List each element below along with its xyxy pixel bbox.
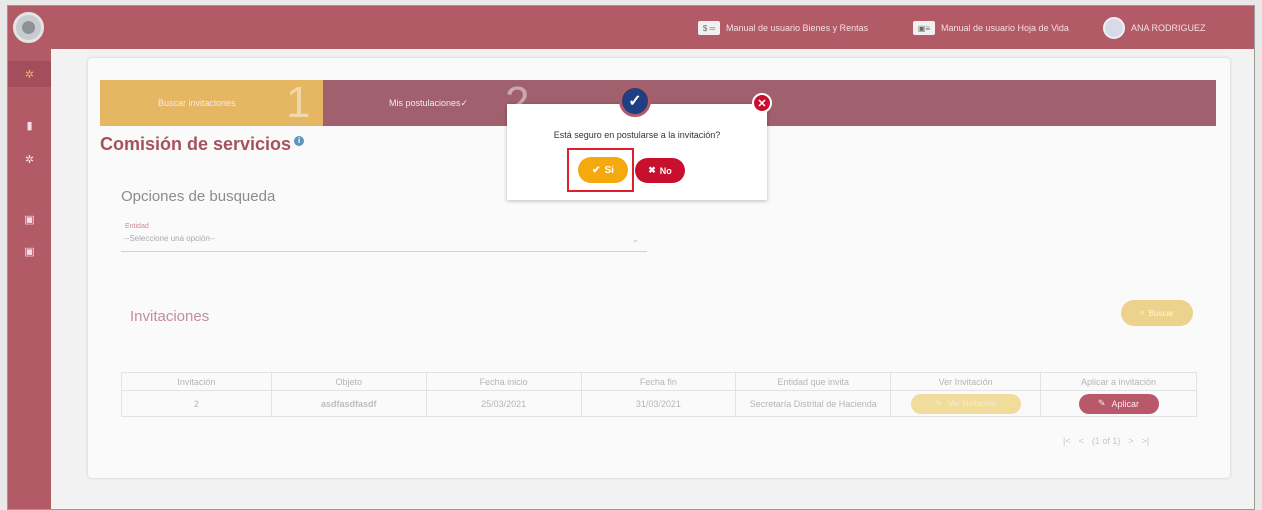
sidebar: ✲ ▮ ✲ ▣ ▣ xyxy=(8,49,51,509)
invitations-table: Invitación Objeto Fecha inicio Fecha fin… xyxy=(121,372,1197,417)
pager-status: (1 of 1) xyxy=(1091,436,1121,446)
chevron-down-icon: ⌄ xyxy=(631,234,639,244)
search-options-title: Opciones de busqueda xyxy=(121,188,276,205)
col-objeto[interactable]: Objeto xyxy=(270,372,427,391)
col-fecha-inicio[interactable]: Fecha inicio xyxy=(425,372,582,391)
avatar xyxy=(1103,17,1125,39)
sidebar-item-config[interactable]: ✲ xyxy=(8,149,51,169)
col-invitacion[interactable]: Invitación xyxy=(121,372,272,391)
view-invitation-label: Ver invitación xyxy=(948,399,996,408)
entity-label: Entidad xyxy=(125,223,149,230)
check-icon: ✓ xyxy=(619,85,651,117)
step1-label: Buscar invitaciones xyxy=(158,98,236,108)
money-icon: $ ═ xyxy=(698,21,720,35)
id-card-icon: ▣≡ xyxy=(913,21,935,35)
search-icon: ⌕ xyxy=(1140,308,1145,317)
apply-label: Aplicar xyxy=(1111,398,1140,409)
app-window: $ ═ Manual de usuario Bienes y Rentas ▣≡… xyxy=(7,5,1255,510)
check-icon: ✔ xyxy=(592,164,601,176)
manual-bienes-label: Manual de usuario Bienes y Rentas xyxy=(726,23,869,33)
yes-button[interactable]: ✔ Si xyxy=(578,157,628,183)
manual-hoja-link[interactable]: ▣≡ Manual de usuario Hoja de Vida xyxy=(913,19,1069,37)
col-fecha-fin[interactable]: Fecha fin xyxy=(580,372,737,391)
cell-fecha-inicio: 25/03/2021 xyxy=(425,390,582,417)
cell-fecha-fin: 31/03/2021 xyxy=(580,390,737,417)
user-icon: ▣ xyxy=(24,245,35,258)
search-button[interactable]: ⌕ Buscar xyxy=(1121,300,1193,326)
confirm-message: Está seguro en postularse a la invitació… xyxy=(553,130,721,140)
sidebar-item-settings[interactable]: ✲ xyxy=(8,61,51,87)
app-logo[interactable] xyxy=(13,12,44,43)
view-invitation-button[interactable]: ✎ Ver invitación xyxy=(910,393,1021,414)
step-buscar-invitaciones[interactable]: Buscar invitaciones 1 xyxy=(100,80,323,126)
confirm-dialog: Está seguro en postularse a la invitació… xyxy=(507,104,767,200)
invitations-title: Invitaciones xyxy=(130,308,210,325)
cell-objeto: asdfasdfasdf xyxy=(270,390,427,417)
sidebar-item-profile[interactable]: ▣ xyxy=(8,209,51,229)
pager-prev[interactable]: < xyxy=(1079,436,1084,446)
cell-ver: ✎ Ver invitación xyxy=(890,390,1042,417)
table-header-row: Invitación Objeto Fecha inicio Fecha fin… xyxy=(121,372,1197,391)
edit-icon: ✎ xyxy=(1098,398,1106,408)
search-button-label: Buscar xyxy=(1148,308,1174,318)
close-icon[interactable]: ✕ xyxy=(752,93,772,113)
no-button[interactable]: ✖ No xyxy=(635,158,685,183)
user-icon: ▣ xyxy=(24,213,35,226)
col-aplicar: Aplicar a invitación xyxy=(1040,372,1197,391)
col-ver: Ver Invitación xyxy=(890,372,1042,391)
manual-hoja-label: Manual de usuario Hoja de Vida xyxy=(941,23,1069,33)
pager-first[interactable]: |< xyxy=(1063,436,1071,446)
step1-number: 1 xyxy=(286,78,311,127)
info-icon[interactable]: i xyxy=(294,135,305,146)
table-row: 2 asdfasdfasdf 25/03/2021 31/03/2021 Sec… xyxy=(121,390,1197,417)
sidebar-item-profile-2[interactable]: ▣ xyxy=(8,241,51,261)
yes-label: Si xyxy=(604,164,614,176)
close-icon: ✖ xyxy=(648,165,656,175)
page-title: Comisión de servicios i xyxy=(100,134,305,155)
cell-entidad: Secretaría Distrital de Hacienda xyxy=(735,390,892,417)
top-bar: $ ═ Manual de usuario Bienes y Rentas ▣≡… xyxy=(8,6,1254,49)
gear-icon: ✲ xyxy=(24,153,35,166)
paginator: |< < (1 of 1) > >| xyxy=(1063,436,1149,446)
manual-bienes-link[interactable]: $ ═ Manual de usuario Bienes y Rentas xyxy=(698,19,868,37)
entity-select-value: --Seleccione una opción-- xyxy=(124,234,216,243)
pager-next[interactable]: > xyxy=(1128,436,1133,446)
gear-icon: ✲ xyxy=(24,68,35,81)
col-entidad[interactable]: Entidad que invita xyxy=(735,372,892,391)
no-label: No xyxy=(659,165,672,176)
pager-last[interactable]: >| xyxy=(1142,436,1150,446)
edit-icon: ✎ xyxy=(935,399,943,408)
page-title-text: Comisión de servicios xyxy=(100,134,292,154)
sidebar-item-documents[interactable]: ▮ xyxy=(8,115,51,135)
user-name: ANA RODRIGUEZ xyxy=(1131,23,1206,33)
cell-aplicar: ✎ Aplicar xyxy=(1040,390,1197,417)
step2-label: Mis postulaciones✓ xyxy=(389,98,469,108)
cell-invitacion: 2 xyxy=(121,390,272,417)
apply-button[interactable]: ✎ Aplicar xyxy=(1078,393,1159,414)
user-menu[interactable]: ANA RODRIGUEZ xyxy=(1103,16,1206,40)
document-icon: ▮ xyxy=(26,119,33,132)
entity-select[interactable]: --Seleccione una opción-- ⌄ xyxy=(121,234,647,252)
